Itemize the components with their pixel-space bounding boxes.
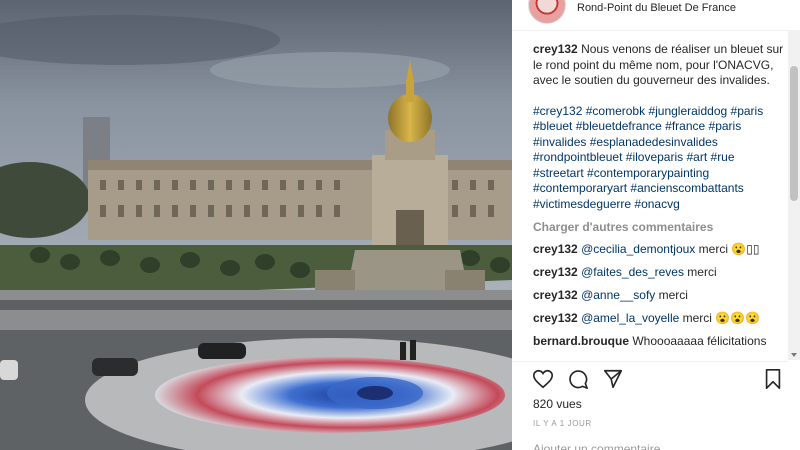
hashtag[interactable]: #ancienscombattants	[630, 181, 743, 195]
actions-divider	[512, 361, 788, 362]
comments-scrollbar[interactable]	[788, 30, 800, 360]
heart-icon[interactable]	[532, 368, 554, 390]
hashtag[interactable]: #bleuetdefrance	[576, 119, 662, 133]
comment-text: merci	[683, 265, 717, 279]
hashtag[interactable]: #art	[686, 150, 707, 164]
comment-item: crey132 @anne__sofy merci	[533, 288, 788, 303]
hashtag[interactable]: #comerobk	[586, 104, 645, 118]
comment-text: merci 😮😮😮	[679, 311, 761, 325]
hashtag[interactable]: #rondpointbleuet	[533, 150, 622, 164]
hashtag[interactable]: #france	[665, 119, 705, 133]
comment-item: crey132 @cecilia_demontjoux merci 😮▯▯	[533, 242, 788, 257]
hashtag[interactable]: #contemporarypainting	[587, 166, 709, 180]
hashtag[interactable]: #rue	[711, 150, 735, 164]
hashtag[interactable]: #invalides	[533, 135, 586, 149]
hashtag[interactable]: #onacvg	[634, 197, 679, 211]
comments-section: crey132 Nous venons de réaliser un bleue…	[533, 42, 788, 360]
video-frame	[0, 0, 512, 450]
hashtag[interactable]: #victimesdeguerre	[533, 197, 631, 211]
comment-mention[interactable]: @faites_des_reves	[581, 265, 684, 279]
hashtag-list: #crey132 #comerobk #jungleraiddog #paris…	[533, 104, 788, 213]
comment-item: bernard.brouque Whoooaaaaa félicitations	[533, 334, 788, 349]
comment-mention[interactable]: @anne__sofy	[581, 288, 655, 302]
comment-text: Whoooaaaaa félicitations	[632, 334, 767, 348]
post-header: Rond-Point du Bleuet De France	[512, 0, 800, 26]
comment-username[interactable]: crey132	[533, 311, 578, 325]
comment-username[interactable]: crey132	[533, 242, 578, 256]
comment-icon[interactable]	[567, 368, 589, 390]
share-icon[interactable]	[602, 368, 624, 390]
post-detail-panel: Rond-Point du Bleuet De France crey132 N…	[512, 0, 800, 450]
comment-item: crey132 @faites_des_reves merci	[533, 265, 788, 280]
comment-mention[interactable]: @cecilia_demontjoux	[581, 242, 695, 256]
comment-username[interactable]: crey132	[533, 265, 578, 279]
post-date[interactable]: IL Y A 1 JOUR	[533, 419, 592, 428]
caption: crey132 Nous venons de réaliser un bleue…	[533, 42, 788, 89]
hashtag[interactable]: #jungleraiddog	[648, 104, 727, 118]
comment-mention[interactable]: @amel_la_voyelle	[581, 311, 679, 325]
view-count[interactable]: 820 vues	[533, 397, 582, 411]
location-link[interactable]: Rond-Point du Bleuet De France	[577, 2, 736, 14]
bookmark-icon[interactable]	[762, 368, 784, 390]
hashtag[interactable]: #contemporaryart	[533, 181, 627, 195]
hashtag[interactable]: #streetart	[533, 166, 584, 180]
comment-text: merci 😮▯▯	[695, 242, 760, 256]
hashtag[interactable]: #paris	[731, 104, 764, 118]
hashtag[interactable]: #bleuet	[533, 119, 572, 133]
hashtag[interactable]: #esplanadedesinvalides	[590, 135, 718, 149]
add-comment-input[interactable]: Ajouter un commentaire...	[533, 442, 670, 450]
action-bar	[532, 368, 792, 394]
hashtag[interactable]: #crey132	[533, 104, 582, 118]
hashtag[interactable]: #paris	[709, 119, 742, 133]
load-more-comments-button[interactable]: Charger d'autres commentaires	[533, 220, 788, 234]
post-video[interactable]	[0, 0, 512, 450]
caption-username[interactable]: crey132	[533, 42, 578, 56]
hashtag[interactable]: #iloveparis	[626, 150, 683, 164]
comment-item: crey132 @amel_la_voyelle merci 😮😮😮	[533, 311, 788, 326]
scrollbar-thumb[interactable]	[790, 66, 798, 201]
comment-text: merci	[655, 288, 688, 302]
scroll-down-arrow[interactable]	[791, 353, 797, 357]
comment-username[interactable]: crey132	[533, 288, 578, 302]
comment-username[interactable]: bernard.brouque	[533, 334, 629, 348]
avatar[interactable]	[528, 0, 566, 24]
header-divider	[512, 30, 788, 31]
